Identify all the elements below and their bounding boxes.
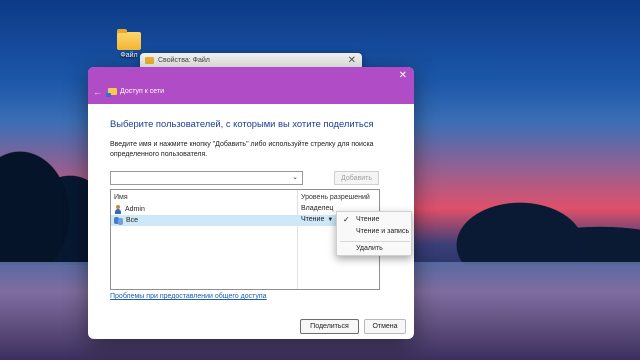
menu-item-label: Чтение и запись — [356, 228, 410, 235]
close-icon[interactable]: ✕ — [348, 55, 356, 66]
sharing-problems-link[interactable]: Проблемы при предоставлении общего досту… — [110, 293, 267, 300]
row-name-cell: Admin — [114, 205, 145, 214]
dialog-title-text: Доступ к сети — [120, 88, 165, 95]
row-name-cell: Все — [114, 216, 138, 225]
close-icon[interactable]: ✕ — [399, 70, 407, 81]
shared-folder-icon — [106, 88, 117, 97]
checkmark-icon: ✓ — [343, 215, 350, 224]
permission-menu: ✓ Чтение Чтение и запись Удалить — [336, 211, 412, 256]
menu-item-remove[interactable]: Удалить — [337, 243, 411, 254]
chevron-down-icon[interactable]: ⌄ — [292, 173, 298, 181]
properties-window-title: Свойства: Файл — [158, 57, 210, 64]
permission-dropdown[interactable]: Чтение ▼ — [301, 216, 333, 223]
permission-level: Чтение — [301, 216, 325, 223]
add-user-button[interactable]: Добавить — [334, 171, 379, 185]
menu-separator — [340, 241, 410, 242]
dropdown-caret-icon[interactable]: ▼ — [327, 217, 333, 223]
page-heading: Выберите пользователей, с которыми вы хо… — [110, 118, 374, 129]
user-name-combobox[interactable]: ⌄ — [110, 171, 303, 185]
menu-item-label: Удалить — [356, 245, 383, 252]
column-header-name[interactable]: Имя — [114, 194, 128, 201]
user-name: Admin — [125, 206, 145, 213]
share-button[interactable]: Поделиться — [300, 319, 359, 334]
dialog-title: Доступ к сети — [106, 88, 165, 97]
cancel-button[interactable]: Отмена — [364, 319, 406, 334]
folder-icon — [145, 57, 154, 64]
back-arrow-icon[interactable]: ← — [93, 87, 102, 97]
permission-level: Владелец — [301, 205, 334, 212]
group-icon — [114, 216, 123, 225]
menu-item-read[interactable]: ✓ Чтение — [337, 214, 411, 225]
dialog-header: ✕ ← Доступ к сети — [88, 67, 414, 104]
menu-item-read-write[interactable]: Чтение и запись — [337, 226, 411, 237]
row-permission-cell: Владелец — [301, 205, 333, 212]
user-icon — [114, 205, 122, 214]
instructions-text: Введите имя и нажмите кнопку "Добавить" … — [110, 141, 374, 158]
user-name: Все — [126, 217, 139, 224]
properties-window-title-bar: Свойства: Файл — [145, 57, 210, 64]
menu-item-label: Чтение — [356, 216, 380, 223]
folder-icon — [117, 29, 141, 50]
network-access-dialog: ✕ ← Доступ к сети Выберите пользователей… — [88, 67, 414, 339]
column-header-permission[interactable]: Уровень разрешений — [301, 194, 370, 201]
